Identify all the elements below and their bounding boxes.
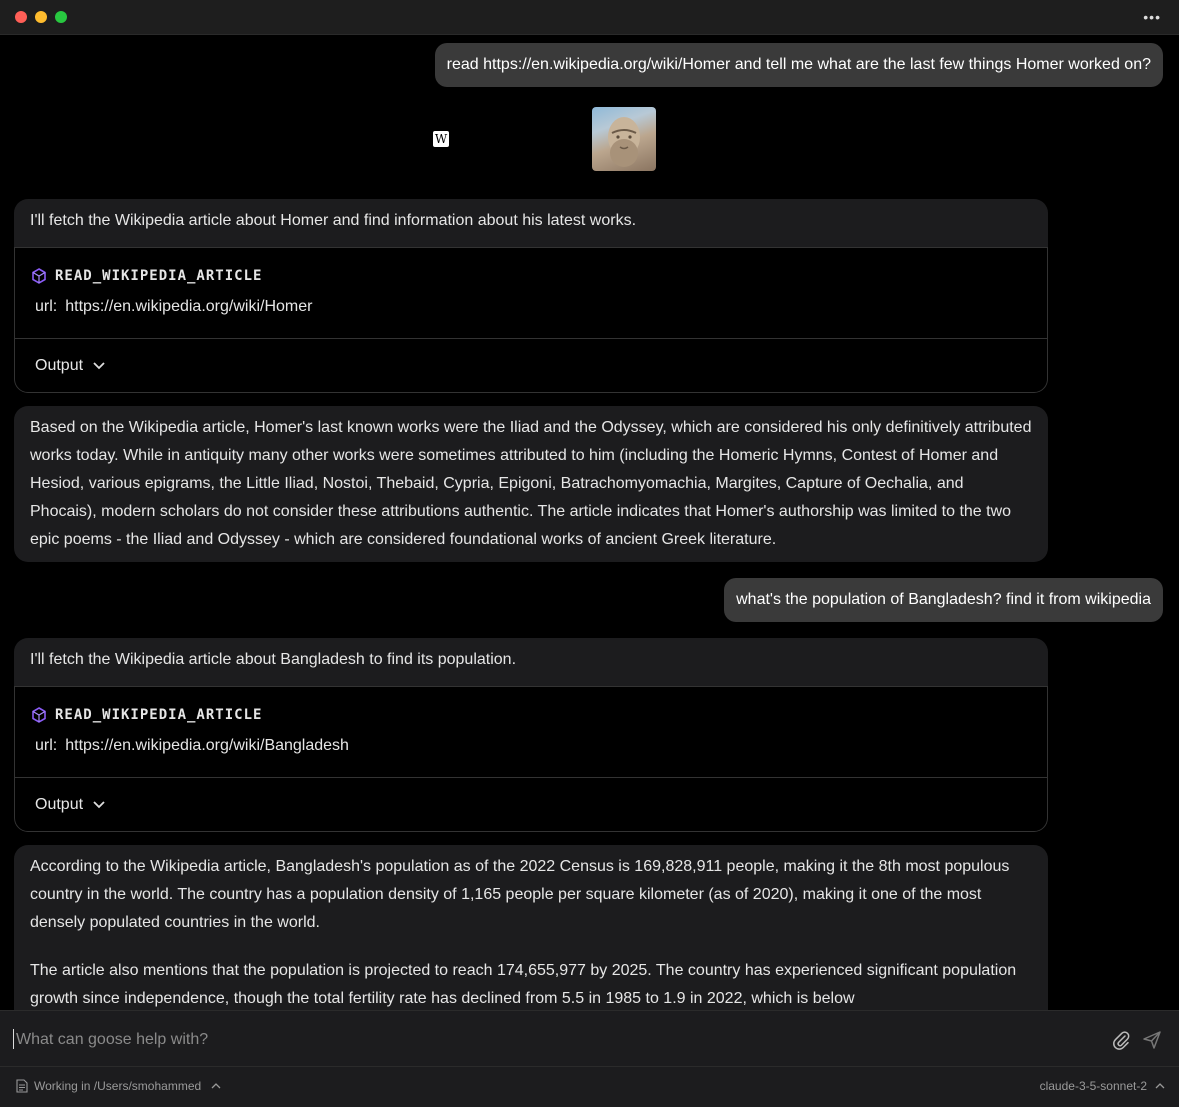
assistant-message: According to the Wikipedia article, Bang… xyxy=(14,845,1048,1010)
wikipedia-favicon-icon[interactable]: W xyxy=(433,131,449,147)
working-directory[interactable]: Working in /Users/smohammed xyxy=(16,1079,221,1093)
model-name: claude-3-5-sonnet-2 xyxy=(1039,1079,1147,1093)
title-bar: ••• xyxy=(0,0,1179,35)
output-label: Output xyxy=(35,357,84,374)
param-key: url: xyxy=(35,737,58,754)
chevron-up-icon xyxy=(1155,1083,1165,1089)
maximize-window-button[interactable] xyxy=(55,11,67,23)
output-toggle[interactable]: Output xyxy=(15,339,1047,392)
close-window-button[interactable] xyxy=(15,11,27,23)
status-bar: Working in /Users/smohammed claude-3-5-s… xyxy=(0,1066,1179,1107)
chevron-down-icon xyxy=(93,361,105,369)
assistant-text: According to the Wikipedia article, Bang… xyxy=(30,858,1010,931)
tool-cube-icon xyxy=(32,268,46,284)
chat-area[interactable]: read https://en.wikipedia.org/wiki/Homer… xyxy=(0,35,1179,1010)
param-key: url: xyxy=(35,298,58,315)
param-value: https://en.wikipedia.org/wiki/Bangladesh xyxy=(65,737,349,754)
tool-param-url: url: https://en.wikipedia.org/wiki/Bangla… xyxy=(15,725,1047,765)
output-label: Output xyxy=(35,796,84,813)
assistant-text: Based on the Wikipedia article, Homer's … xyxy=(30,419,1032,548)
send-icon[interactable] xyxy=(1142,1030,1162,1050)
assistant-text: The article also mentions that the popul… xyxy=(30,962,1017,1007)
document-icon xyxy=(16,1079,28,1093)
tool-call-card: READ_WIKIPEDIA_ARTICLE url: https://en.wi… xyxy=(14,247,1048,393)
tool-name: READ_WIKIPEDIA_ARTICLE xyxy=(55,707,263,723)
tool-name: READ_WIKIPEDIA_ARTICLE xyxy=(55,268,263,284)
assistant-message: I'll fetch the Wikipedia article about H… xyxy=(14,199,1048,393)
param-value: https://en.wikipedia.org/wiki/Homer xyxy=(65,298,313,315)
model-selector[interactable]: claude-3-5-sonnet-2 xyxy=(1040,1079,1165,1093)
more-options-icon[interactable]: ••• xyxy=(1143,9,1161,25)
assistant-message: Based on the Wikipedia article, Homer's … xyxy=(14,406,1048,562)
tool-param-url: url: https://en.wikipedia.org/wiki/Homer xyxy=(15,286,1047,326)
minimize-window-button[interactable] xyxy=(35,11,47,23)
message-input[interactable] xyxy=(14,1025,1078,1055)
composer xyxy=(0,1010,1179,1067)
tool-cube-icon xyxy=(32,707,46,723)
tool-call-card: READ_WIKIPEDIA_ARTICLE url: https://en.wi… xyxy=(14,686,1048,832)
user-message: read https://en.wikipedia.org/wiki/Homer… xyxy=(434,43,1163,87)
homer-bust-thumbnail[interactable] xyxy=(592,107,656,171)
working-directory-label: Working in /Users/smohammed xyxy=(34,1079,202,1093)
output-toggle[interactable]: Output xyxy=(15,778,1047,831)
assistant-text: I'll fetch the Wikipedia article about H… xyxy=(30,212,637,229)
assistant-text: I'll fetch the Wikipedia article about B… xyxy=(30,651,517,668)
chevron-down-icon xyxy=(93,800,105,808)
paperclip-icon[interactable] xyxy=(1111,1030,1131,1050)
user-message: what's the population of Bangladesh? fin… xyxy=(724,578,1163,622)
assistant-message: I'll fetch the Wikipedia article about B… xyxy=(14,638,1048,832)
chevron-up-icon xyxy=(211,1083,221,1089)
